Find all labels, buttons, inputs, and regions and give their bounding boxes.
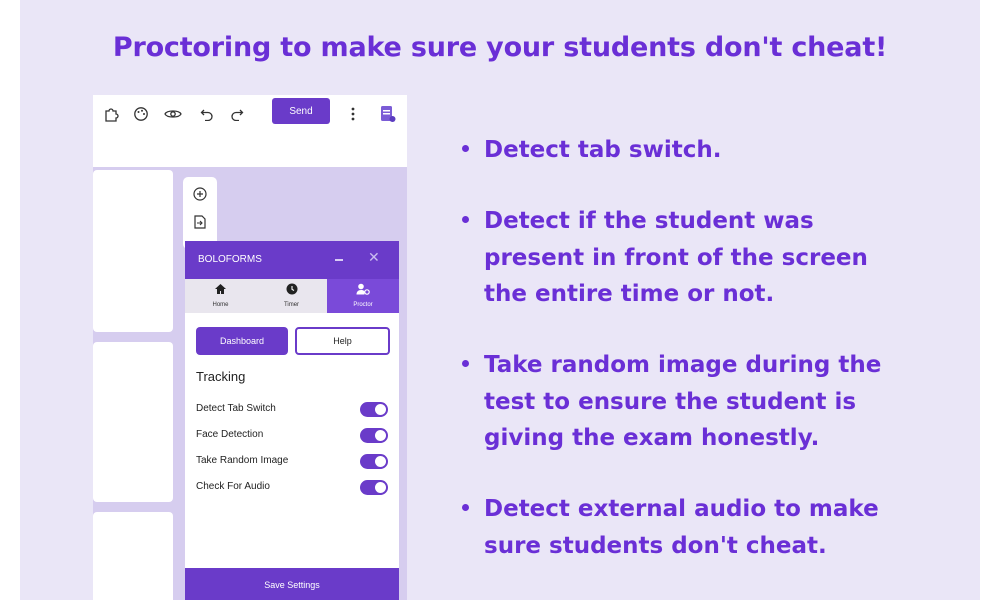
user-settings-icon	[327, 283, 399, 299]
form-card	[93, 512, 173, 600]
clock-icon	[256, 283, 327, 299]
form-toolbar: Send	[93, 95, 407, 133]
home-icon	[185, 283, 256, 299]
send-button[interactable]: Send	[272, 98, 330, 124]
puzzle-icon[interactable]	[101, 104, 121, 124]
toggle-row: Detect Tab Switch	[196, 401, 391, 419]
tab-proctor[interactable]: Proctor	[327, 279, 399, 313]
undo-icon[interactable]	[197, 104, 217, 124]
tracking-heading: Tracking	[196, 369, 246, 384]
tab-home[interactable]: Home	[185, 279, 256, 313]
app-screenshot: Send BOLOFORMS ✕ Home Timer Proctor Dash…	[93, 95, 407, 600]
form-card	[93, 342, 173, 502]
form-icon[interactable]	[378, 104, 398, 124]
close-icon[interactable]: ✕	[368, 250, 380, 266]
help-button[interactable]: Help	[295, 327, 390, 355]
face-detection-toggle[interactable]	[360, 428, 388, 443]
bullet-dot	[462, 360, 469, 367]
slide-canvas: Proctoring to make sure your students do…	[20, 0, 980, 600]
palette-icon[interactable]	[131, 104, 151, 124]
add-circle-icon[interactable]	[191, 185, 209, 203]
side-tools	[183, 177, 217, 249]
save-settings-button[interactable]: Save Settings	[185, 568, 399, 600]
boloforms-panel: BOLOFORMS ✕ Home Timer Proctor Dashboard…	[185, 241, 399, 600]
eye-icon[interactable]	[163, 104, 183, 124]
toggle-row: Check For Audio	[196, 479, 391, 497]
panel-header: BOLOFORMS ✕	[185, 241, 399, 279]
form-card	[93, 170, 173, 332]
headline: Proctoring to make sure your students do…	[112, 32, 888, 63]
toggle-row: Take Random Image	[196, 453, 391, 471]
toggle-row: Face Detection	[196, 427, 391, 445]
tab-timer[interactable]: Timer	[256, 279, 327, 313]
more-icon[interactable]	[343, 104, 363, 124]
bullet-dot	[462, 145, 469, 152]
bullet-dot	[462, 504, 469, 511]
bullet-dot	[462, 216, 469, 223]
panel-title: BOLOFORMS	[198, 254, 262, 265]
take-random-image-toggle[interactable]	[360, 454, 388, 469]
check-for-audio-toggle[interactable]	[360, 480, 388, 495]
minimize-icon[interactable]	[335, 259, 343, 261]
import-icon[interactable]	[191, 213, 209, 231]
detect-tab-switch-toggle[interactable]	[360, 402, 388, 417]
dashboard-button[interactable]: Dashboard	[196, 327, 288, 355]
toolbar-spacer	[93, 133, 407, 167]
redo-icon[interactable]	[227, 104, 247, 124]
panel-tabs: Home Timer Proctor	[185, 279, 399, 313]
